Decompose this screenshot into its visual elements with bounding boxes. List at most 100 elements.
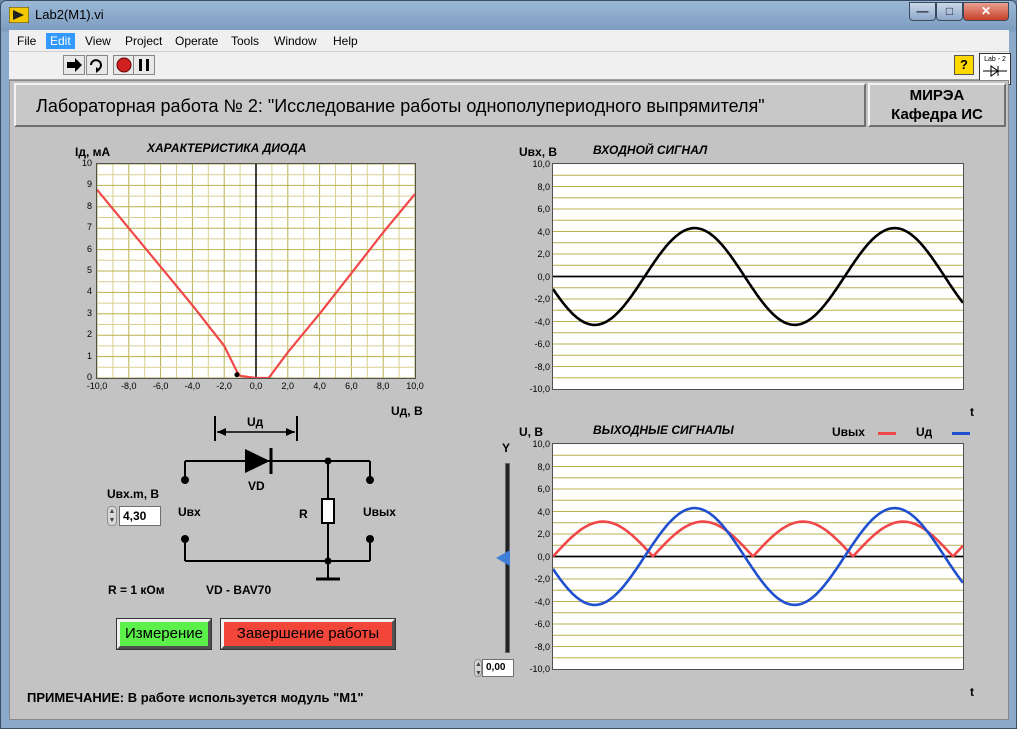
diode-xtick: -6,0: [152, 381, 169, 391]
rectifier-circuit-diagram: [181, 416, 374, 581]
diode-chart-ylabel: Iд, мА: [75, 145, 111, 159]
signal-ytick: 10,0: [532, 159, 550, 169]
menu-operate[interactable]: Operate: [171, 33, 222, 49]
slider-value-field[interactable]: 0,00: [482, 659, 514, 677]
finish-button[interactable]: Завершение работы: [221, 619, 395, 649]
diode-ytick: 5: [86, 265, 92, 275]
diode-xtick: -4,0: [184, 381, 201, 391]
menu-file[interactable]: File: [13, 33, 40, 49]
diode-ytick: 10: [81, 158, 92, 168]
diode-chart-title: ХАРАКТЕРИСТИКА ДИОДА: [147, 141, 307, 155]
operating-point: [234, 372, 240, 378]
diode-xtick: 6,0: [345, 381, 358, 391]
legend-ud-swatch: [952, 432, 970, 435]
signal-ytick: 8,0: [537, 461, 550, 472]
menu-tools[interactable]: Tools: [227, 33, 263, 49]
circuit-r-label: R: [299, 507, 308, 521]
measure-button[interactable]: Измерение: [117, 619, 211, 649]
slider-value-spinner[interactable]: ▲ ▼: [474, 659, 482, 677]
header-title-box: Лабораторная работа № 2: "Исследование р…: [14, 83, 866, 127]
signal-ytick: 8,0: [537, 181, 550, 192]
menu-edit[interactable]: Edit: [46, 33, 75, 49]
minimize-button[interactable]: —: [909, 2, 936, 21]
resistor-value-label: R = 1 кОм: [108, 583, 165, 597]
org-name: МИРЭА: [909, 87, 965, 104]
diode-xtick: -2,0: [216, 381, 232, 391]
signal-ytick: -4,0: [534, 596, 550, 607]
diode-xtick: 4,0: [313, 381, 326, 391]
signal-ytick: 0,0: [537, 551, 550, 562]
signal-ytick: 6,0: [537, 484, 550, 494]
diode-ytick: 7: [86, 222, 92, 233]
close-button[interactable]: ✕: [963, 2, 1009, 21]
output-chart-plot: [551, 443, 965, 670]
diode-ytick: 6: [86, 243, 92, 254]
diode-xtick: -10,0: [86, 381, 108, 391]
diode-ytick: 9: [86, 179, 92, 190]
diode-chart-plot: [96, 163, 416, 380]
input-chart-plot: [551, 163, 965, 390]
signal-ytick: 2,0: [537, 529, 550, 539]
legend-ud-label: Uд: [916, 425, 933, 439]
legend-uout-swatch: [878, 432, 896, 435]
toolbar: ? Lab - 2: [9, 52, 1011, 85]
labview-window: Lab2(M1).vi — □ ✕ File Edit View Project…: [0, 0, 1017, 729]
front-panel: Лабораторная работа № 2: "Исследование р…: [9, 80, 1009, 720]
diode-symbol-icon: [983, 65, 1007, 77]
signal-ytick: 2,0: [537, 249, 550, 259]
title-bar[interactable]: Lab2(M1).vi — □ ✕: [1, 1, 1016, 29]
signal-ytick: -8,0: [534, 361, 550, 372]
run-arrow-icon[interactable]: [63, 55, 85, 75]
circuit-uout-label: Uвых: [363, 505, 396, 519]
legend-uout-label: Uвых: [832, 425, 865, 439]
signal-ytick: -2,0: [534, 574, 550, 584]
output-chart-svg: [551, 454, 965, 659]
signal-ytick: 4,0: [537, 226, 550, 237]
signal-ytick: 10,0: [532, 439, 550, 449]
diode-xtick: 0,0: [249, 381, 263, 391]
signal-ytick: -2,0: [534, 294, 550, 304]
diode-xtick: -8,0: [121, 381, 137, 391]
amplitude-input[interactable]: 4,30: [119, 506, 161, 526]
lab-title: Лабораторная работа № 2: "Исследование р…: [36, 96, 765, 116]
diode-xtick: 2,0: [281, 381, 295, 391]
menu-view[interactable]: View: [81, 33, 115, 49]
signal-ytick: 6,0: [537, 204, 550, 214]
diode-ytick: 8: [86, 200, 92, 211]
amplitude-label: Uвх.m, В: [107, 487, 160, 501]
diode-type-label: VD - BAV70: [206, 583, 272, 597]
slider-y-label: Y: [502, 441, 511, 455]
maximize-button[interactable]: □: [936, 2, 963, 21]
diode-xtick: 8,0: [376, 381, 390, 391]
note-text: ПРИМЕЧАНИЕ: В работе используется модуль…: [27, 690, 364, 705]
input-chart-ylabel: Uвх, В: [519, 145, 558, 159]
signal-ytick: -10,0: [529, 664, 550, 674]
diode-chart-svg: [96, 163, 416, 380]
vi-icon-label: Lab - 2: [984, 56, 1006, 63]
series-line: [552, 520, 964, 558]
menu-window[interactable]: Window: [270, 33, 321, 49]
menu-bar: File Edit View Project Operate Tools Win…: [9, 30, 1009, 52]
input-chart-xlabel: t: [970, 405, 974, 419]
diode-xtick: 10,0: [406, 381, 424, 391]
menu-project[interactable]: Project: [121, 33, 166, 49]
signal-ytick: -10,0: [529, 384, 550, 394]
diode-ytick: 4: [86, 286, 92, 297]
input-chart-title: ВХОДНОЙ СИГНАЛ: [593, 143, 708, 157]
circuit-ud-label: Uд: [247, 415, 264, 429]
abort-icon[interactable]: [113, 55, 135, 75]
context-help-button[interactable]: ?: [954, 55, 974, 75]
output-chart-title: ВЫХОДНЫЕ СИГНАЛЫ: [593, 423, 734, 437]
output-chart-xlabel: t: [970, 685, 974, 699]
signal-ytick: -6,0: [534, 339, 550, 349]
diode-ytick: 3: [86, 307, 92, 318]
labview-app-icon: [9, 7, 29, 23]
signal-ytick: 0,0: [537, 271, 550, 282]
pause-icon[interactable]: [133, 55, 155, 75]
run-continuously-icon[interactable]: [86, 55, 108, 75]
diode-ytick: 1: [86, 350, 92, 361]
y-slider-pointer[interactable]: [496, 550, 510, 566]
amplitude-spinner[interactable]: ▲ ▼: [107, 506, 117, 526]
output-chart-ylabel: U, В: [519, 425, 543, 439]
menu-help[interactable]: Help: [329, 33, 362, 49]
